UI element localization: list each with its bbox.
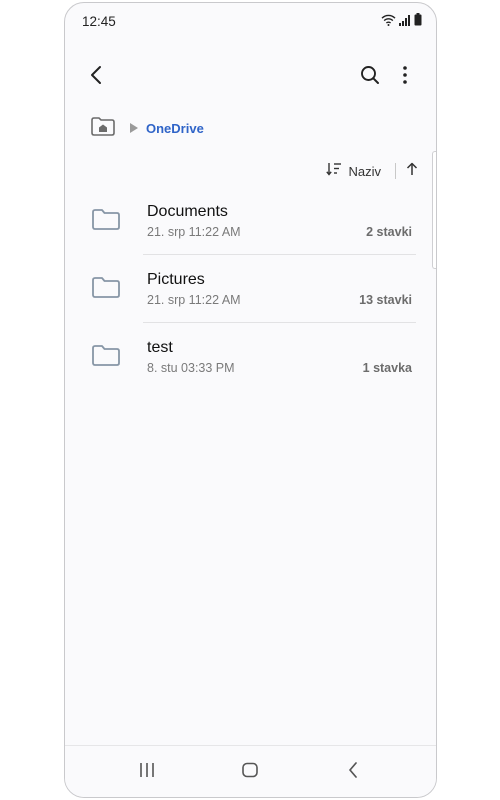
home-button[interactable] [235, 758, 265, 786]
breadcrumb: OneDrive [89, 113, 204, 143]
phone-frame: 12:45 OneDrive Naziv Documents 21. srp 1… [64, 2, 437, 798]
folder-icon [91, 275, 121, 304]
folder-icon [91, 207, 121, 236]
sort-icon[interactable] [326, 162, 342, 181]
file-name: Pictures [147, 271, 205, 288]
search-button[interactable] [354, 61, 386, 93]
file-name: Documents [147, 203, 228, 220]
sort-label[interactable]: Naziv [348, 164, 381, 179]
file-item-count: 13 stavki [359, 293, 412, 307]
battery-icon [414, 13, 422, 26]
home-folder-icon [90, 115, 116, 142]
file-item-count: 1 stavka [362, 361, 412, 375]
folder-icon [91, 343, 121, 372]
file-list: Documents 21. srp 11:22 AM 2 stavki Pict… [65, 187, 436, 391]
recent-apps-button[interactable] [132, 758, 162, 786]
file-item-count: 2 stavki [366, 225, 412, 239]
system-back-button[interactable] [338, 758, 368, 786]
wifi-icon [381, 14, 396, 26]
more-options-button[interactable] [389, 61, 421, 93]
recent-apps-icon [138, 762, 156, 783]
sort-bar: Naziv [326, 158, 418, 184]
file-date: 21. srp 11:22 AM [147, 293, 241, 307]
list-item[interactable]: test 8. stu 03:33 PM 1 stavka [65, 323, 436, 391]
breadcrumb-home[interactable] [89, 116, 117, 140]
more-vertical-icon [402, 65, 408, 90]
arrow-up-icon[interactable] [406, 162, 418, 181]
back-icon [347, 761, 359, 784]
sort-divider [395, 163, 396, 179]
status-time: 12:45 [82, 14, 116, 29]
status-bar: 12:45 [65, 3, 436, 37]
home-icon [241, 762, 259, 783]
breadcrumb-arrow-icon [130, 123, 138, 133]
list-item[interactable]: Documents 21. srp 11:22 AM 2 stavki [65, 187, 436, 255]
scroll-indicator[interactable] [432, 151, 436, 269]
search-icon [360, 65, 380, 90]
file-date: 8. stu 03:33 PM [147, 361, 235, 375]
back-button[interactable] [80, 61, 112, 93]
breadcrumb-current[interactable]: OneDrive [146, 121, 204, 136]
signal-icon [399, 14, 411, 26]
status-icons [381, 13, 422, 26]
app-bar [65, 57, 436, 97]
file-date: 21. srp 11:22 AM [147, 225, 241, 239]
file-name: test [147, 339, 173, 356]
nav-bar [65, 745, 436, 797]
list-item[interactable]: Pictures 21. srp 11:22 AM 13 stavki [65, 255, 436, 323]
chevron-left-icon [89, 65, 103, 90]
